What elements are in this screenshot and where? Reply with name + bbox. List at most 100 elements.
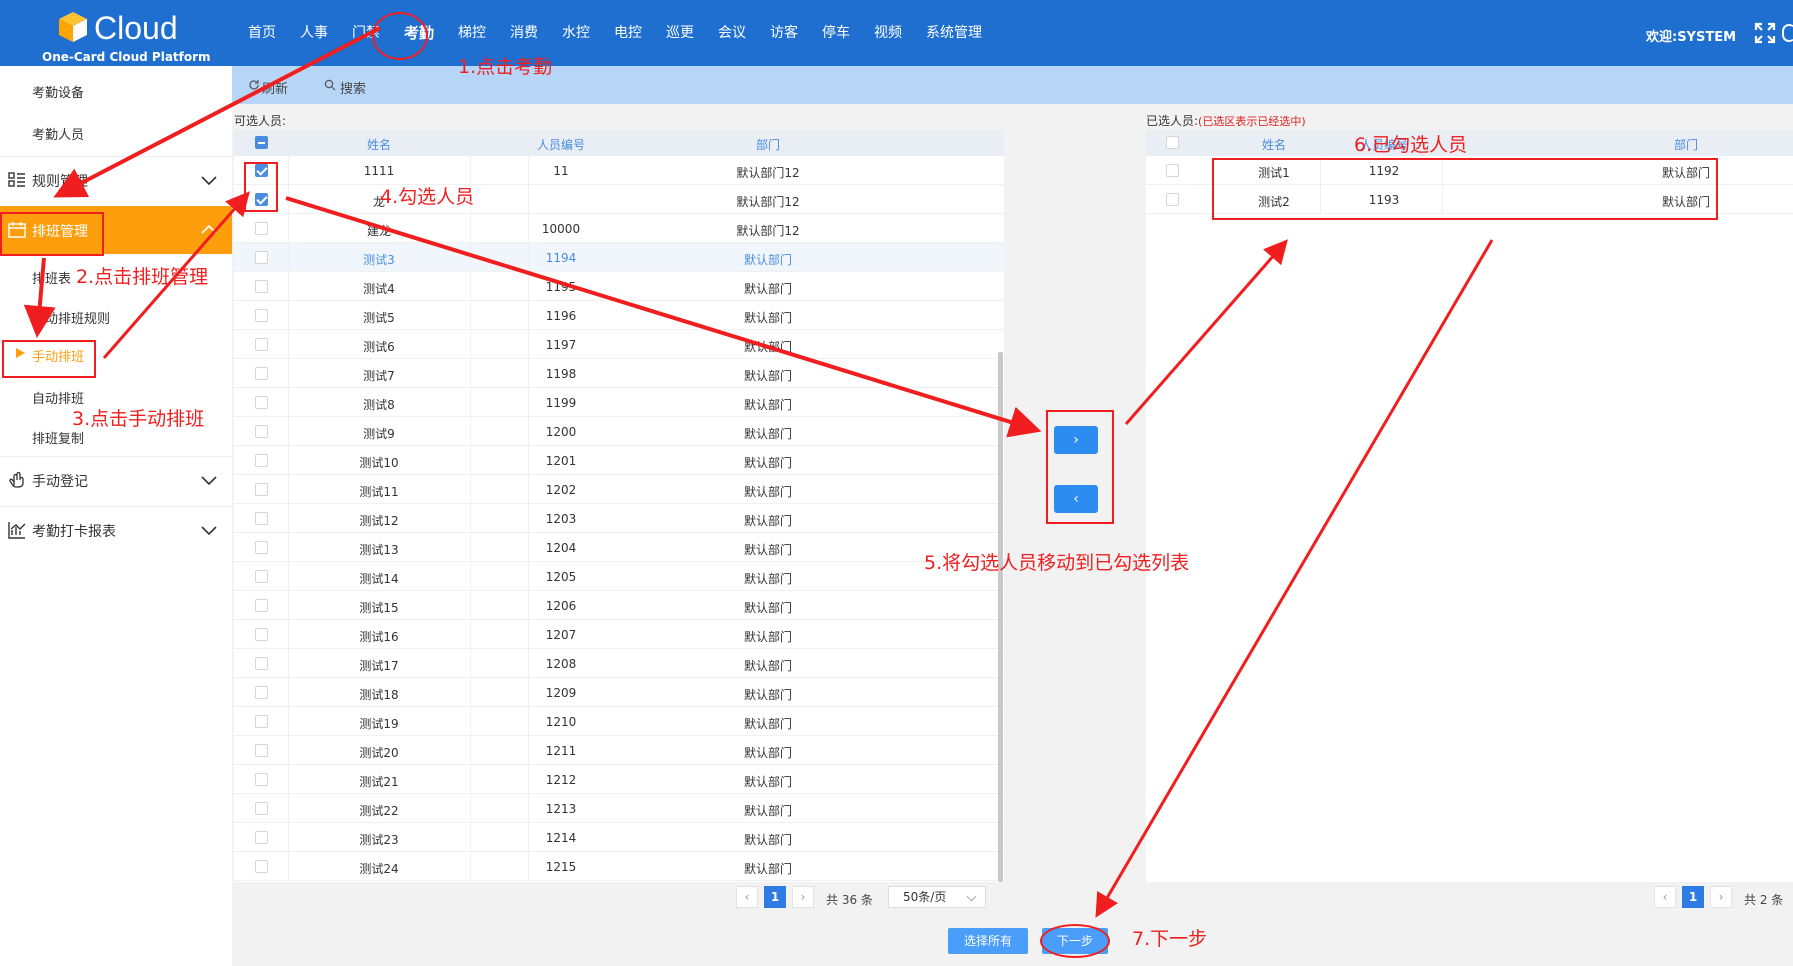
row-checkbox[interactable] [255, 657, 268, 670]
next-page-button[interactable]: › [792, 886, 814, 908]
cell-dept: 默认部门 [743, 253, 792, 267]
table-row[interactable]: 测试12 1203 默认部门 [234, 504, 1004, 533]
row-checkbox[interactable] [255, 309, 268, 322]
sidebar-group-manual-reg[interactable]: 手动登记 [0, 456, 232, 502]
row-checkbox[interactable] [255, 860, 268, 873]
prev-page-button[interactable]: ‹ [1654, 886, 1676, 908]
row-checkbox[interactable] [255, 251, 268, 264]
cell-name: 测试20 [359, 746, 399, 760]
cell-name: 测试21 [359, 775, 399, 789]
nav-item-5[interactable]: 消费 [498, 20, 550, 46]
sidebar-group-report-label: 考勤打卡报表 [32, 524, 116, 540]
table-row[interactable]: 测试16 1207 默认部门 [234, 620, 1004, 649]
row-checkbox[interactable] [255, 222, 268, 235]
table-row[interactable]: 测试24 1215 默认部门 [234, 852, 1004, 881]
table-row[interactable]: 1111 11 默认部门12 [234, 156, 1004, 185]
row-checkbox[interactable] [255, 628, 268, 641]
row-checkbox[interactable] [1166, 164, 1179, 177]
table-row[interactable]: 测试23 1214 默认部门 [234, 823, 1004, 852]
row-checkbox[interactable] [255, 425, 268, 438]
row-checkbox[interactable] [255, 773, 268, 786]
table-row[interactable]: 测试3 1194 默认部门 [234, 243, 1004, 272]
nav-item-12[interactable]: 视频 [862, 20, 914, 46]
row-checkbox[interactable] [255, 570, 268, 583]
nav-item-4[interactable]: 梯控 [446, 20, 498, 46]
table-row[interactable]: 测试15 1206 默认部门 [234, 591, 1004, 620]
table-row[interactable]: 测试22 1213 默认部门 [234, 794, 1004, 823]
nav-item-8[interactable]: 巡更 [654, 20, 706, 46]
nav-item-10[interactable]: 访客 [758, 20, 810, 46]
nav-item-0[interactable]: 首页 [236, 20, 288, 46]
available-caption: 可选人员: [234, 114, 287, 128]
table-row[interactable]: 测试5 1196 默认部门 [234, 301, 1004, 330]
nav-item-6[interactable]: 水控 [550, 20, 602, 46]
fullscreen-icon[interactable] [1754, 22, 1776, 44]
cell-dept: 默认部门 [743, 514, 792, 528]
table-row[interactable]: 测试8 1199 默认部门 [234, 388, 1004, 417]
row-checkbox[interactable] [255, 454, 268, 467]
user-icon[interactable] [1782, 24, 1793, 42]
table-row[interactable]: 测试19 1210 默认部门 [234, 707, 1004, 736]
sidebar-group-rules[interactable]: 规则管理 [0, 156, 232, 202]
row-checkbox[interactable] [255, 715, 268, 728]
cell-name: 1111 [363, 164, 395, 178]
select-all-button[interactable]: 选择所有 [948, 928, 1028, 954]
select-all-checkbox[interactable] [1166, 136, 1179, 149]
row-checkbox[interactable] [1166, 193, 1179, 206]
table-row[interactable]: 测试13 1204 默认部门 [234, 533, 1004, 562]
row-checkbox[interactable] [255, 396, 268, 409]
table-row[interactable]: 测试6 1197 默认部门 [234, 330, 1004, 359]
row-checkbox[interactable] [255, 512, 268, 525]
table-row[interactable]: 测试14 1205 默认部门 [234, 562, 1004, 591]
sidebar-item-staff[interactable]: 考勤人员 [32, 124, 84, 143]
nav-item-7[interactable]: 电控 [602, 20, 654, 46]
table-row[interactable]: 测试20 1211 默认部门 [234, 736, 1004, 765]
table-row[interactable]: 测试11 1202 默认部门 [234, 475, 1004, 504]
prev-page-button[interactable]: ‹ [736, 886, 758, 908]
chart-icon [8, 522, 26, 539]
page-size-select[interactable]: 50条/页 [888, 886, 986, 908]
row-checkbox[interactable] [255, 599, 268, 612]
row-checkbox[interactable] [255, 338, 268, 351]
table-row[interactable]: 龙默认部门12 [234, 185, 1004, 214]
table-row[interactable]: 测试7 1198 默认部门 [234, 359, 1004, 388]
select-all-checkbox[interactable] [255, 136, 268, 149]
cell-name: 测试8 [363, 398, 395, 412]
sidebar-item-schedule-table[interactable]: 排班表 [32, 268, 71, 287]
row-checkbox[interactable] [255, 802, 268, 815]
sidebar-item-device[interactable]: 考勤设备 [32, 82, 84, 101]
cube-logo-icon [59, 12, 87, 42]
cell-name: 测试24 [359, 862, 399, 876]
table-row[interactable]: 测试9 1200 默认部门 [234, 417, 1004, 446]
row-checkbox[interactable] [255, 744, 268, 757]
sidebar-group-report[interactable]: 考勤打卡报表 [0, 506, 232, 552]
row-checkbox[interactable] [255, 541, 268, 554]
page-number[interactable]: 1 [764, 886, 786, 908]
row-checkbox[interactable] [255, 280, 268, 293]
nav-item-11[interactable]: 停车 [810, 20, 862, 46]
table-row[interactable]: 测试4 1195 默认部门 [234, 272, 1004, 301]
row-checkbox[interactable] [255, 831, 268, 844]
table-row[interactable]: 测试17 1208 默认部门 [234, 649, 1004, 678]
available-table: 姓名 人员编号 部门 1111 11 默认部门12 龙默认部门12 建龙 10000 默认部… [234, 130, 1004, 882]
search-button[interactable]: 搜索 [340, 78, 366, 97]
cell-dept: 默认部门 [743, 485, 792, 499]
table-row[interactable]: 测试21 1212 默认部门 [234, 765, 1004, 794]
scrollbar[interactable] [998, 352, 1003, 882]
nav-item-9[interactable]: 会议 [706, 20, 758, 46]
next-page-button[interactable]: › [1710, 886, 1732, 908]
cell-dept: 默认部门 [743, 456, 792, 470]
table-row[interactable]: 建龙 10000 默认部门12 [234, 214, 1004, 243]
cell-dept: 默认部门12 [736, 195, 800, 209]
nav-item-13[interactable]: 系统管理 [914, 20, 994, 46]
logo-subtitle: One-Card Cloud Platform [42, 50, 211, 64]
refresh-button[interactable]: 刷新 [262, 78, 288, 97]
row-checkbox[interactable] [255, 367, 268, 380]
sidebar-item-auto-rule[interactable]: 自动排班规则 [32, 308, 110, 327]
table-row[interactable]: 测试10 1201 默认部门 [234, 446, 1004, 475]
table-row[interactable]: 测试18 1209 默认部门 [234, 678, 1004, 707]
row-checkbox[interactable] [255, 686, 268, 699]
nav-item-1[interactable]: 人事 [288, 20, 340, 46]
row-checkbox[interactable] [255, 483, 268, 496]
page-number[interactable]: 1 [1682, 886, 1704, 908]
